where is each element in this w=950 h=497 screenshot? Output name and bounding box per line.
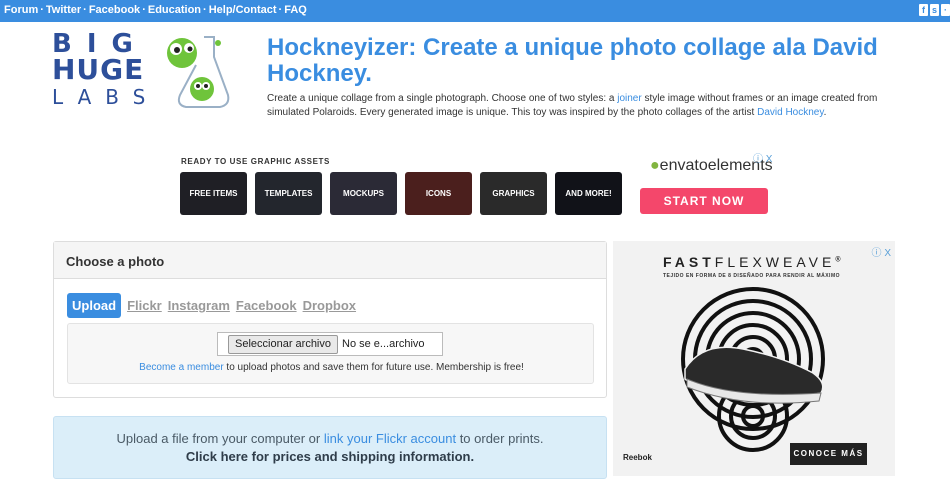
prints-line-1: Upload a file from your computer or link… — [54, 431, 606, 446]
prints-text-b: to order prints. — [456, 431, 544, 446]
envato-logo-a: envato — [659, 157, 708, 174]
start-now-button[interactable]: START NOW — [640, 188, 768, 214]
nav-separator: · — [83, 4, 87, 16]
david-hockney-link[interactable]: David Hockney — [757, 107, 824, 118]
link-flickr-account-link[interactable]: link your Flickr account — [324, 431, 456, 446]
nav-link-twitter[interactable]: Twitter — [46, 4, 81, 16]
upload-box: Seleccionar archivo No se e...archivo Be… — [67, 323, 594, 384]
become-member-link[interactable]: Become a member — [139, 362, 223, 373]
nav-separator: · — [40, 4, 44, 16]
top-nav-links: Forum · Twitter · Facebook · Education · Help/Co… — [4, 4, 307, 16]
nav-link-forum[interactable]: Forum — [4, 4, 38, 16]
tab-instagram[interactable]: Instagram — [168, 298, 230, 313]
page-description: Create a unique collage from a single ph… — [267, 92, 892, 120]
page-title: Hockneyizer: Create a unique photo colla… — [267, 34, 878, 87]
file-input[interactable]: Seleccionar archivo No se e...archivo — [217, 332, 443, 356]
ad-tile-icons[interactable]: ICONS — [405, 172, 472, 215]
spiral-shoe-graphic — [681, 287, 825, 452]
source-tabs: Upload Flickr Instagram Facebook Dropbox — [67, 293, 356, 318]
ad-tile-and-more[interactable]: AND MORE! — [555, 172, 622, 215]
nav-separator: · — [142, 4, 146, 16]
choose-file-button[interactable]: Seleccionar archivo — [228, 334, 338, 354]
flask-mascot-icon — [167, 36, 230, 108]
ad-tile-templates[interactable]: TEMPLATES — [255, 172, 322, 215]
prints-text-a: Upload a file from your computer or — [116, 431, 324, 446]
envato-ad-heading: READY TO USE GRAPHIC ASSETS — [181, 157, 330, 166]
choose-photo-panel: Choose a photo Upload Flickr Instagram F… — [53, 241, 607, 398]
desc-text-1: Create a unique collage from a single ph… — [267, 93, 618, 104]
file-status: No se e...archivo — [342, 338, 425, 350]
ad-tile-graphics[interactable]: GRAPHICS — [480, 172, 547, 215]
nav-link-help-contact[interactable]: Help/Contact — [209, 4, 277, 16]
tab-flickr[interactable]: Flickr — [127, 298, 162, 313]
membership-note: Become a member to upload photos and sav… — [68, 362, 595, 373]
desc-text-3: . — [823, 107, 827, 118]
choose-photo-title: Choose a photo — [54, 242, 606, 279]
envato-leaf-icon: ● — [650, 157, 660, 174]
facebook-icon[interactable]: f — [919, 4, 928, 16]
nav-separator: · — [203, 4, 207, 16]
envato-ad-tiles: FREE ITEMS TEMPLATES MOCKUPS ICONS GRAPH… — [180, 172, 622, 215]
site-logo[interactable]: BIG HUGE LABS — [52, 31, 232, 111]
ad-tile-free-items[interactable]: FREE ITEMS — [180, 172, 247, 215]
reebok-ad[interactable]: FASTFLEXWEAVE® TEJIDO EN FORMA DE 8 DISE… — [613, 241, 895, 476]
conoce-mas-button[interactable]: CONOCE MÁS — [790, 443, 867, 465]
ad-tile-mockups[interactable]: MOCKUPS — [330, 172, 397, 215]
tab-facebook[interactable]: Facebook — [236, 298, 297, 313]
nav-link-education[interactable]: Education — [148, 4, 201, 16]
tab-dropbox[interactable]: Dropbox — [303, 298, 356, 313]
stumbleupon-icon[interactable]: s — [930, 4, 939, 16]
logo-text-labs: LABS — [52, 85, 160, 109]
top-nav-bar: Forum · Twitter · Facebook · Education · Help/Co… — [0, 0, 950, 22]
reebok-logo: Reebok — [623, 453, 652, 462]
joiner-link[interactable]: joiner — [617, 93, 641, 104]
ad-close-icon[interactable]: ⓘ X — [753, 150, 772, 165]
prices-shipping-link[interactable]: Click here for prices and shipping infor… — [54, 449, 606, 464]
nav-link-faq[interactable]: FAQ — [284, 4, 307, 16]
tab-upload[interactable]: Upload — [67, 293, 122, 318]
prints-info-box: Upload a file from your computer or link… — [53, 416, 607, 479]
nav-link-facebook[interactable]: Facebook — [89, 4, 140, 16]
other-icon[interactable]: · — [941, 4, 950, 16]
social-icons: f s · — [919, 4, 950, 16]
membership-text: to upload photos and save them for futur… — [223, 362, 524, 373]
logo-text-huge: HUGE — [52, 53, 145, 86]
